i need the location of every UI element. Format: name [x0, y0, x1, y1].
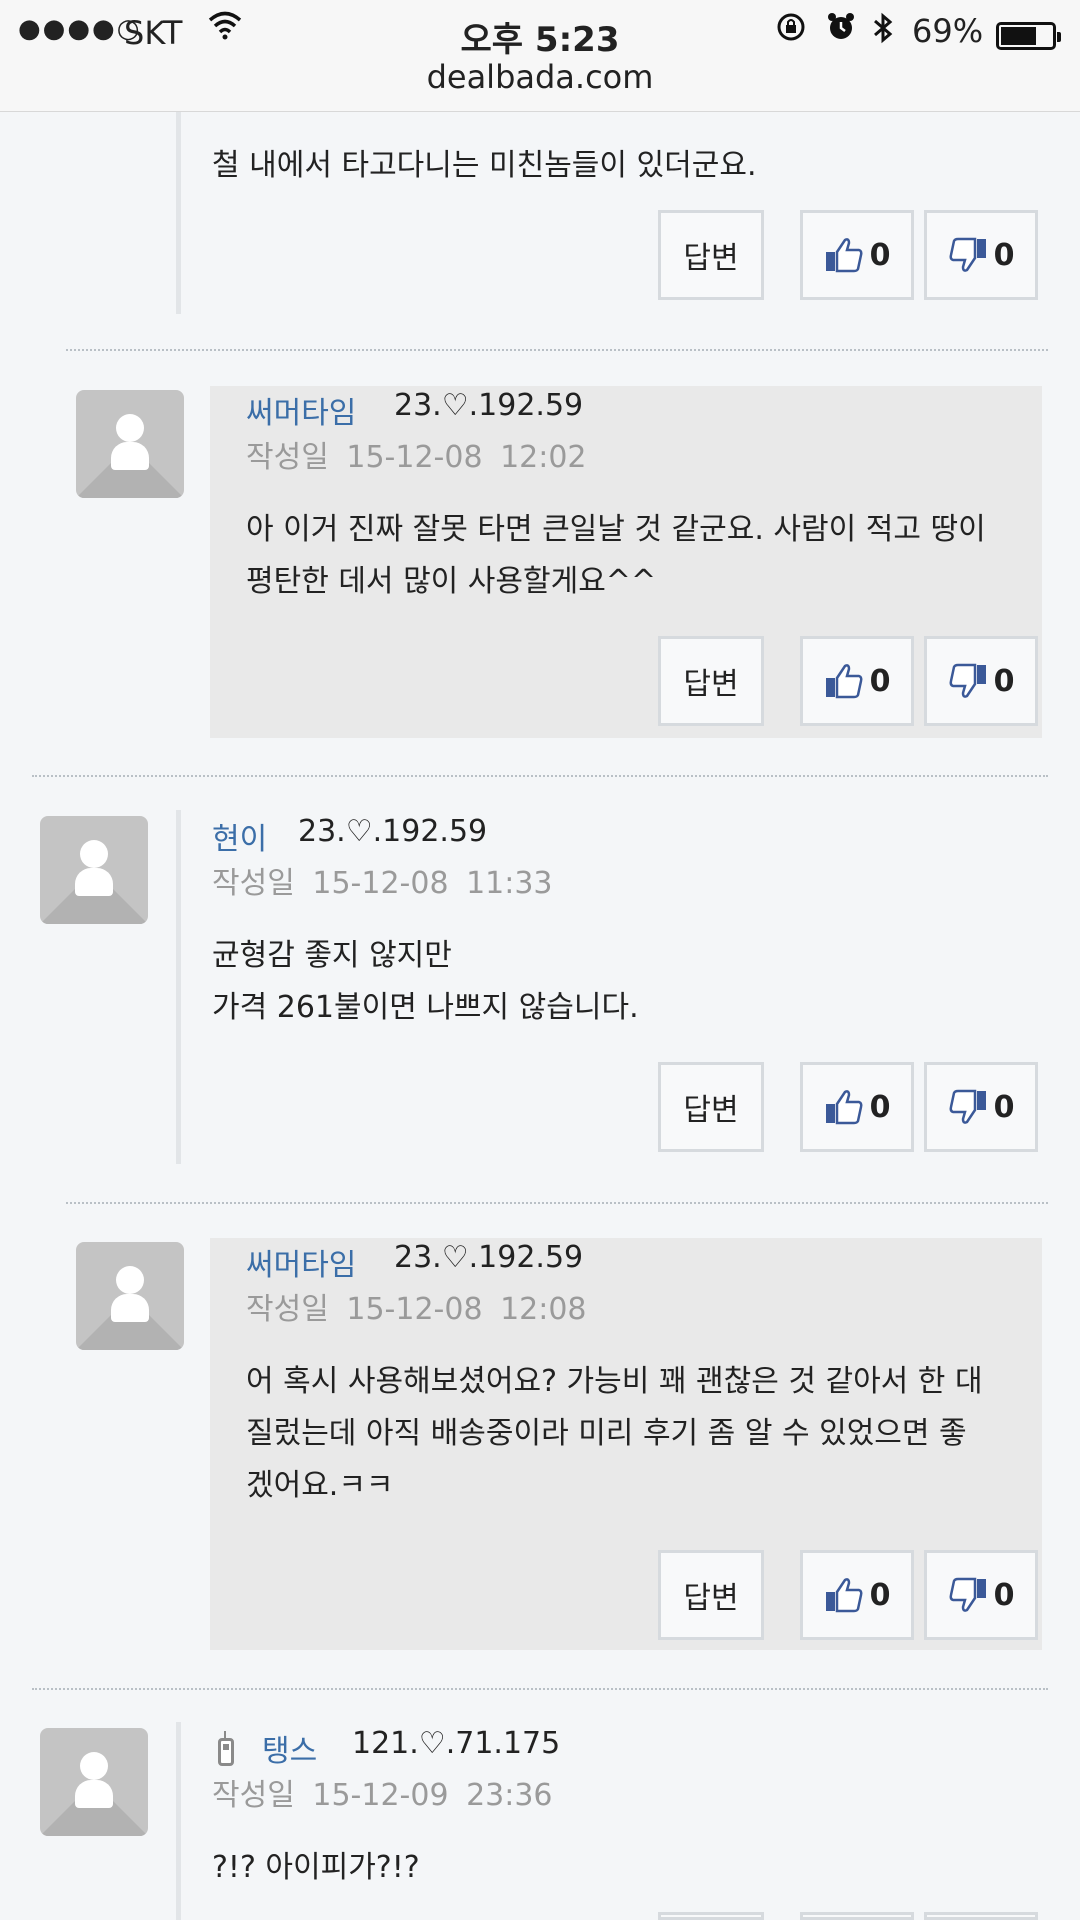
thumbs-up-icon [824, 663, 864, 699]
comment-feed: 철 내에서 타고다니는 미친놈들이 있더군요. 답변 0 0 써머타임 23.♡… [0, 0, 1080, 1920]
author-name[interactable]: 써머타임 [246, 1240, 356, 1284]
browser-top-bar: ●●●●○ SKT 오후 5:23 69% dealbada.com [0, 0, 1080, 112]
like-button[interactable]: 0 [800, 636, 914, 726]
rotation-lock-icon [776, 12, 806, 50]
thumbs-down-icon [948, 663, 988, 699]
author-name[interactable]: 현이 [212, 814, 267, 858]
comment-text: ?!? 아이피가?!? [212, 1850, 420, 1885]
author-ip: 23.♡.192.59 [394, 1240, 584, 1275]
author-ip: 121.♡.71.175 [352, 1726, 561, 1761]
dislike-button[interactable]: 0 [924, 1550, 1038, 1640]
post-date: 작성일 15-12-08 11:33 [212, 866, 553, 901]
reply-button[interactable]: 답변 [658, 210, 764, 300]
reply-button[interactable]: 답변 [658, 1062, 764, 1152]
author-ip: 23.♡.192.59 [298, 814, 488, 849]
post-date: 작성일 15-12-08 12:02 [246, 440, 587, 475]
comment-divider [32, 775, 1048, 777]
like-button[interactable]: 0 [800, 210, 914, 300]
thumbs-up-icon [824, 1577, 864, 1613]
thumbs-down-icon [948, 237, 988, 273]
mobile-phone-icon [218, 1731, 234, 1766]
like-button[interactable]: 0 [800, 1912, 914, 1920]
dislike-button[interactable]: 0 [924, 210, 1038, 300]
post-date: 작성일 15-12-09 23:36 [212, 1778, 553, 1813]
dislike-button[interactable]: 0 [924, 636, 1038, 726]
comment-text: 어 혹시 사용해보셨어요? 가능비 꽤 괜찮은 것 같아서 한 대 질렀는데 아… [246, 1364, 983, 1503]
author-name[interactable]: 써머타임 [246, 388, 356, 432]
avatar [76, 1242, 184, 1350]
avatar [40, 816, 148, 924]
like-button[interactable]: 0 [800, 1062, 914, 1152]
comment-divider [32, 1688, 1048, 1690]
author-ip: 23.♡.192.59 [394, 388, 584, 423]
avatar [40, 1728, 148, 1836]
thread-line [176, 810, 181, 1164]
avatar [76, 390, 184, 498]
reply-button[interactable]: 답변 [658, 1912, 764, 1920]
thread-line [176, 112, 181, 314]
comment-divider [66, 1202, 1048, 1204]
alarm-clock-icon [826, 12, 856, 50]
status-bar: ●●●●○ SKT 오후 5:23 69% [0, 8, 1080, 60]
dislike-button[interactable]: 0 [924, 1062, 1038, 1152]
battery-percentage: 69% [912, 12, 984, 50]
address-bar[interactable]: dealbada.com [0, 58, 1080, 96]
dislike-button[interactable]: 0 [924, 1912, 1038, 1920]
comment-text: 철 내에서 타고다니는 미친놈들이 있더군요. [212, 148, 757, 183]
reply-button[interactable]: 답변 [658, 636, 764, 726]
bluetooth-icon [872, 12, 894, 52]
thumbs-down-icon [948, 1089, 988, 1125]
author-name[interactable]: 탱스 [262, 1726, 317, 1770]
thumbs-up-icon [824, 1089, 864, 1125]
reply-button[interactable]: 답변 [658, 1550, 764, 1640]
thumbs-down-icon [948, 1577, 988, 1613]
thumbs-up-icon [824, 237, 864, 273]
comment-text: 균형감 좋지 않지만 가격 261불이면 나쁘지 않습니다. [212, 938, 639, 1025]
comment-text: 아 이거 진짜 잘못 타면 큰일날 것 같군요. 사람이 적고 땅이 평탄한 데… [246, 512, 986, 599]
thread-line [176, 1722, 181, 1920]
like-button[interactable]: 0 [800, 1550, 914, 1640]
post-date: 작성일 15-12-08 12:08 [246, 1292, 587, 1327]
comment-divider [66, 349, 1048, 351]
battery-icon [996, 22, 1061, 50]
